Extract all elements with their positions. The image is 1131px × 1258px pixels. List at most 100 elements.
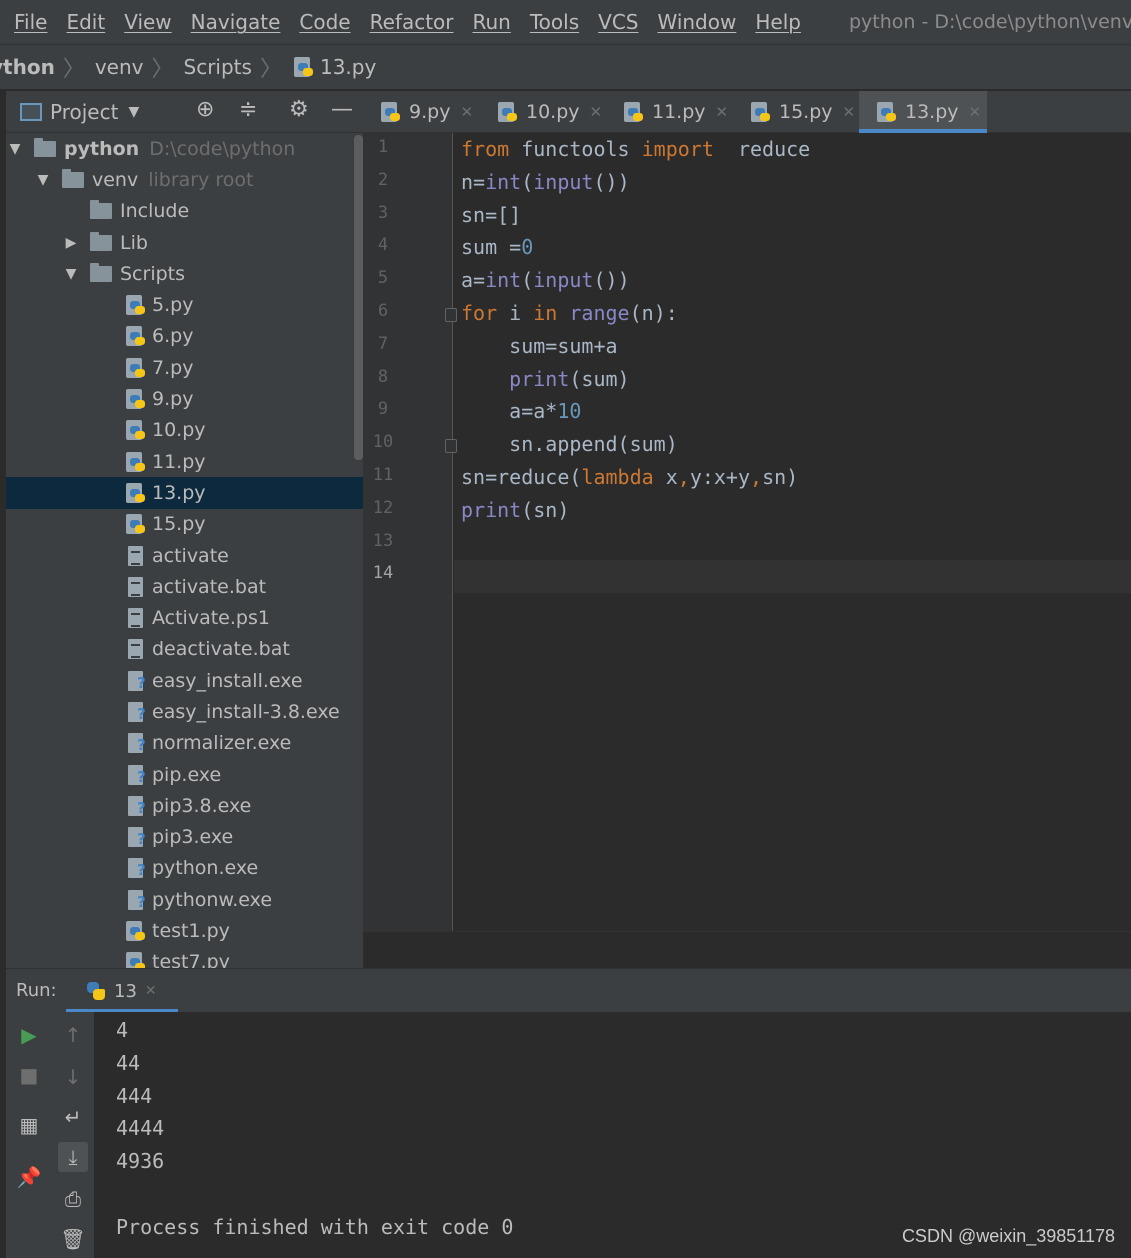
breadcrumb-item-file[interactable]: 13.py xyxy=(320,55,376,79)
code-line[interactable]: print(sn) xyxy=(461,498,569,522)
layout-icon[interactable]: ▦ xyxy=(14,1110,44,1140)
close-icon[interactable]: ✕ xyxy=(460,103,473,121)
close-icon[interactable]: ✕ xyxy=(590,103,603,121)
tree-item[interactable]: 13.py xyxy=(6,477,363,509)
project-view-selector[interactable]: Project xyxy=(50,100,118,124)
close-icon[interactable]: ✕ xyxy=(145,983,157,999)
collapse-all-icon[interactable]: ≑ xyxy=(239,97,257,122)
breadcrumb-item-scripts[interactable]: Scripts xyxy=(184,55,252,79)
tree-item[interactable]: ? pip.exe xyxy=(6,759,363,790)
editor-tab[interactable]: 11.py ✕ xyxy=(606,91,733,133)
breadcrumb: ython 〉 venv 〉 Scripts 〉 13.py xyxy=(0,44,1131,90)
code-line[interactable]: n=int(input()) xyxy=(461,170,630,194)
rerun-icon[interactable]: ▶ xyxy=(14,1020,44,1050)
chevron-down-icon[interactable]: ▼ xyxy=(8,141,22,157)
code-line[interactable]: print(sum) xyxy=(461,367,629,391)
run-tab-13[interactable]: 13 ✕ xyxy=(66,969,178,1013)
code-line[interactable]: a=a*10 xyxy=(461,399,581,423)
close-icon[interactable]: ✕ xyxy=(716,103,729,121)
menu-navigate[interactable]: Navigate xyxy=(191,10,281,34)
tree-item-name: test7.py xyxy=(152,951,230,968)
python-file-icon xyxy=(126,921,146,942)
code-line[interactable]: a=int(input()) xyxy=(461,268,630,292)
code-line[interactable]: sn=reduce(lambda x,y:x+y,sn) xyxy=(461,465,798,489)
menu-run[interactable]: Run xyxy=(473,10,511,34)
locate-file-icon[interactable]: ⊕ xyxy=(196,97,214,122)
chevron-down-icon[interactable]: ▼ xyxy=(64,266,78,282)
tree-item-name: pip3.exe xyxy=(152,826,234,849)
editor-tab-label: 11.py xyxy=(652,101,706,123)
run-console[interactable]: 4 44 444 4444 4936 Process finished with exit… xyxy=(94,1012,1131,1258)
project-scrollbar[interactable] xyxy=(354,135,363,460)
tree-item[interactable]: ? pip3.exe xyxy=(6,822,363,853)
fold-marker-icon[interactable] xyxy=(445,308,457,322)
tree-item[interactable]: test7.py xyxy=(6,947,363,968)
tree-item-label: 15.py xyxy=(152,513,206,535)
tree-item[interactable]: ? pip3.8.exe xyxy=(6,790,363,821)
gear-icon[interactable]: ⚙ xyxy=(289,97,309,122)
tree-item[interactable]: test1.py xyxy=(6,915,363,946)
tree-item[interactable]: Activate.ps1 xyxy=(6,602,363,633)
tree-item[interactable]: 6.py xyxy=(6,321,363,352)
arrow-up-icon[interactable]: ↑ xyxy=(58,1020,88,1050)
editor-tab[interactable]: 9.py ✕ xyxy=(363,91,480,133)
trash-icon[interactable]: 🗑 xyxy=(58,1224,88,1254)
pin-icon[interactable]: 📌 xyxy=(14,1162,44,1192)
menu-help[interactable]: Help xyxy=(755,10,801,34)
tree-item[interactable]: Include xyxy=(6,196,363,227)
breadcrumb-item-python[interactable]: ython xyxy=(0,55,55,79)
code-line[interactable]: sum =0 xyxy=(461,235,533,259)
close-icon[interactable]: ✕ xyxy=(969,103,982,121)
tree-item[interactable]: 10.py xyxy=(6,415,363,446)
chevron-right-icon[interactable]: ▶ xyxy=(64,235,78,251)
tree-item[interactable]: ▼ venv library root xyxy=(6,164,363,195)
menu-view[interactable]: View xyxy=(124,10,171,34)
tree-item[interactable]: ? pythonw.exe xyxy=(6,884,363,915)
stop-icon[interactable]: ■ xyxy=(14,1060,44,1090)
tree-item[interactable]: ? python.exe xyxy=(6,853,363,884)
tree-item[interactable]: ▼ Scripts xyxy=(6,258,363,289)
python-file-icon xyxy=(126,389,146,410)
tree-item[interactable]: deactivate.bat xyxy=(6,634,363,665)
tree-item[interactable]: activate.bat xyxy=(6,571,363,602)
code-line[interactable]: sum=sum+a xyxy=(461,334,617,358)
code-line[interactable]: sn=[] xyxy=(461,203,521,227)
chevron-down-icon[interactable]: ▼ xyxy=(128,104,139,120)
hide-panel-icon[interactable]: — xyxy=(331,97,353,122)
tree-item[interactable]: 11.py xyxy=(6,446,363,477)
tree-item[interactable]: 9.py xyxy=(6,383,363,414)
menu-refactor[interactable]: Refactor xyxy=(370,10,454,34)
menu-file[interactable]: File xyxy=(14,10,47,34)
tree-item[interactable]: 15.py xyxy=(6,509,363,540)
tree-item[interactable]: activate xyxy=(6,540,363,571)
text-file-icon xyxy=(128,608,143,629)
chevron-down-icon[interactable]: ▼ xyxy=(36,172,50,188)
fold-marker-icon[interactable] xyxy=(445,439,457,454)
menu-tools[interactable]: Tools xyxy=(530,10,579,34)
menu-window[interactable]: Window xyxy=(657,10,736,34)
tree-item[interactable]: ? easy_install.exe xyxy=(6,665,363,696)
code-line[interactable]: from functools import reduce xyxy=(461,137,810,161)
tree-item[interactable]: ▶ Lib xyxy=(6,227,363,258)
arrow-down-icon[interactable]: ↓ xyxy=(58,1062,88,1092)
breadcrumb-item-venv[interactable]: venv xyxy=(95,55,144,79)
tree-item[interactable]: ? easy_install-3.8.exe xyxy=(6,696,363,727)
soft-wrap-icon[interactable]: ↵ xyxy=(58,1102,88,1132)
menu-code[interactable]: Code xyxy=(299,10,350,34)
tree-item[interactable]: 5.py xyxy=(6,289,363,320)
editor-tab[interactable]: 13.py ✕ xyxy=(859,91,987,133)
editor-tab[interactable]: 10.py ✕ xyxy=(480,91,606,133)
menu-vcs[interactable]: VCS xyxy=(598,10,638,34)
code-line[interactable]: sn.append(sum) xyxy=(461,432,678,456)
tree-item-label: activate xyxy=(152,545,229,567)
print-icon[interactable]: ⎙ xyxy=(58,1184,88,1214)
tree-item[interactable]: ▼ python D:\code\python xyxy=(6,133,363,164)
code-line[interactable]: for i in range(n): xyxy=(461,301,678,325)
code-editor[interactable]: 1 2 3 4 5 6 7 8 9 10 11 12 13 14 from functools impor… xyxy=(363,133,1131,931)
menu-edit[interactable]: Edit xyxy=(66,10,105,34)
editor-tab[interactable]: 15.py ✕ xyxy=(733,91,859,133)
tree-item[interactable]: ? normalizer.exe xyxy=(6,728,363,759)
close-icon[interactable]: ✕ xyxy=(843,103,856,121)
tree-item[interactable]: 7.py xyxy=(6,352,363,383)
scroll-to-end-icon[interactable]: ⤓ xyxy=(58,1142,88,1172)
